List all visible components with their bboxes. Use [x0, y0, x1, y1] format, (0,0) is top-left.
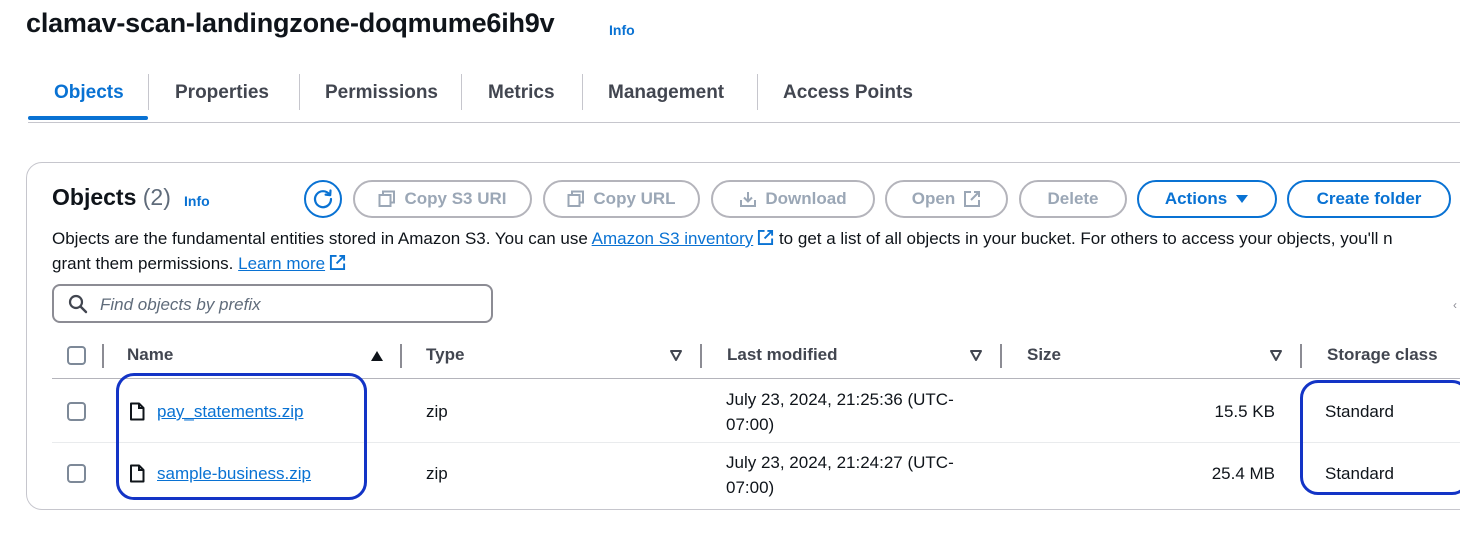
tab-bar: Objects Properties Permissions Metrics M… — [28, 74, 1460, 123]
actions-dropdown-button[interactable]: Actions — [1137, 180, 1277, 218]
tab-access-points[interactable]: Access Points — [757, 74, 939, 120]
tab-permissions[interactable]: Permissions — [299, 74, 464, 120]
page-title: clamav-scan-landingzone-doqmume6ih9v — [26, 8, 555, 38]
column-header-size[interactable]: Size — [1027, 345, 1061, 365]
download-icon — [740, 192, 757, 207]
objects-info-link[interactable]: Info — [184, 193, 210, 209]
refresh-icon — [313, 189, 333, 209]
sort-icon[interactable] — [1269, 349, 1283, 362]
column-header-name[interactable]: Name — [127, 345, 173, 365]
delete-button[interactable]: Delete — [1019, 180, 1127, 218]
column-divider — [400, 344, 402, 368]
column-header-type[interactable]: Type — [426, 345, 464, 365]
copy-icon — [378, 190, 396, 207]
tab-objects[interactable]: Objects — [28, 74, 150, 120]
refresh-button[interactable] — [304, 180, 342, 218]
download-button[interactable]: Download — [711, 180, 875, 218]
active-tab-indicator — [28, 116, 148, 120]
object-size: 15.5 KB — [1214, 402, 1276, 421]
last-modified-line: 07:00) — [726, 478, 775, 497]
title-info-link[interactable]: Info — [609, 22, 635, 38]
object-last-modified: July 23, 2024, 21:24:27 (UTC- 07:00) — [726, 450, 976, 500]
open-button[interactable]: Open — [885, 180, 1008, 218]
sort-ascending-icon[interactable] — [369, 349, 385, 363]
description-line-2: grant them permissions. Learn more — [52, 251, 1460, 276]
annotation-highlight-storage-class — [1300, 380, 1460, 495]
column-divider — [1000, 344, 1002, 368]
tab-metrics[interactable]: Metrics — [462, 74, 581, 120]
tab-properties[interactable]: Properties — [149, 74, 295, 120]
description-text: Objects are the fundamental entities sto… — [52, 229, 592, 248]
copy-icon — [567, 190, 585, 207]
external-link-icon — [964, 191, 981, 207]
description-text: to get a list of all objects in your buc… — [774, 229, 1393, 248]
description-line-1: Objects are the fundamental entities sto… — [52, 226, 1460, 251]
s3-inventory-link[interactable]: Amazon S3 inventory — [592, 229, 754, 248]
row-checkbox[interactable] — [67, 402, 86, 421]
object-last-modified: July 23, 2024, 21:25:36 (UTC- 07:00) — [726, 387, 976, 437]
create-folder-button[interactable]: Create folder — [1287, 180, 1451, 218]
description-text: grant them permissions. — [52, 254, 239, 273]
sort-icon[interactable] — [969, 349, 983, 362]
actions-label: Actions — [1164, 189, 1228, 208]
last-modified-line: July 23, 2024, 21:24:27 (UTC- — [726, 453, 954, 472]
object-type: zip — [426, 402, 448, 421]
column-divider — [102, 344, 104, 368]
last-modified-line: July 23, 2024, 21:25:36 (UTC- — [726, 390, 954, 409]
pagination-arrow-icon[interactable]: ‹ — [1453, 298, 1459, 312]
copy-url-label: Copy URL — [593, 189, 676, 208]
external-link-icon — [758, 229, 774, 246]
column-divider — [1300, 344, 1302, 368]
select-all-checkbox[interactable] — [67, 346, 86, 365]
column-header-storage-class[interactable]: Storage class — [1327, 345, 1438, 365]
column-header-last-modified[interactable]: Last modified — [727, 345, 838, 365]
last-modified-line: 07:00) — [726, 415, 775, 434]
objects-heading: Objects (2) — [52, 184, 171, 211]
caret-down-icon — [1236, 195, 1249, 203]
create-folder-label: Create folder — [1316, 189, 1422, 208]
learn-more-link[interactable]: Learn more — [238, 254, 325, 273]
copy-s3-uri-button[interactable]: Copy S3 URI — [353, 180, 532, 218]
tab-management[interactable]: Management — [582, 74, 750, 120]
sort-icon[interactable] — [669, 349, 683, 362]
object-type: zip — [426, 464, 448, 483]
external-link-icon — [330, 254, 346, 271]
column-divider — [700, 344, 702, 368]
search-field[interactable] — [52, 284, 493, 323]
copy-url-button[interactable]: Copy URL — [543, 180, 700, 218]
copy-s3-uri-label: Copy S3 URI — [404, 189, 507, 208]
search-input[interactable] — [98, 290, 482, 319]
objects-heading-label: Objects — [52, 184, 137, 210]
row-checkbox[interactable] — [67, 464, 86, 483]
open-label: Open — [911, 189, 956, 208]
search-icon — [68, 294, 88, 314]
download-label: Download — [765, 189, 847, 208]
object-size: 25.4 MB — [1211, 464, 1275, 483]
objects-description: Objects are the fundamental entities sto… — [52, 226, 1460, 276]
annotation-highlight-names — [116, 373, 367, 500]
delete-label: Delete — [1047, 189, 1099, 208]
objects-count: (2) — [142, 184, 171, 210]
